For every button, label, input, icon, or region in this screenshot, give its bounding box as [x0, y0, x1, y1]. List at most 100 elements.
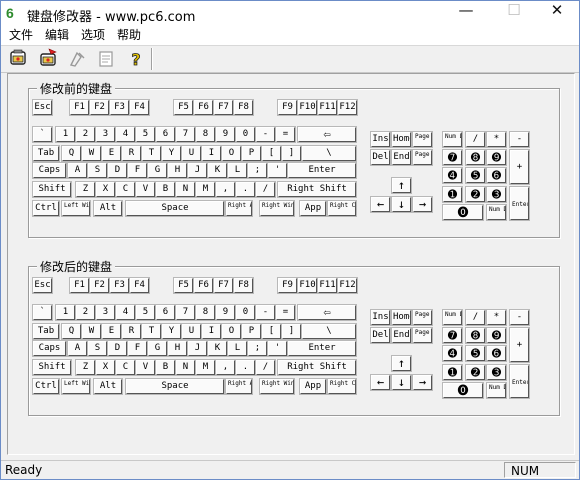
- key-home-before[interactable]: Home: [391, 131, 412, 148]
- key-numlock-before[interactable]: Num Lock: [442, 131, 463, 148]
- key-f6-before[interactable]: F6: [193, 99, 214, 116]
- key-n3k-after[interactable]: ➌: [486, 364, 507, 381]
- key-end-before[interactable]: End: [391, 149, 412, 166]
- key-n4k-before[interactable]: ➍: [442, 167, 463, 184]
- key-lwin-after[interactable]: Left Windows: [61, 378, 91, 395]
- key-minus-after[interactable]: -: [255, 304, 276, 321]
- key-h-before[interactable]: H: [167, 162, 188, 179]
- key-nadd-after[interactable]: +: [509, 327, 530, 363]
- preview-icon[interactable]: [95, 48, 117, 70]
- key-d-before[interactable]: D: [107, 162, 128, 179]
- key-b-after[interactable]: B: [155, 359, 176, 376]
- key-f11-before[interactable]: F11: [317, 99, 338, 116]
- key-lwin-before[interactable]: Left Windows: [61, 200, 91, 217]
- key-period-after[interactable]: .: [235, 359, 256, 376]
- key-n1-before[interactable]: 1: [55, 126, 76, 143]
- key-space-after[interactable]: Space: [125, 378, 225, 395]
- key-n6-before[interactable]: 6: [155, 126, 176, 143]
- key-z-before[interactable]: Z: [75, 181, 96, 198]
- key-home-after[interactable]: Home: [391, 309, 412, 326]
- key-backtick-before[interactable]: `: [32, 126, 53, 143]
- key-ctrl-before[interactable]: Ctrl: [32, 200, 60, 217]
- key-c-before[interactable]: C: [115, 181, 136, 198]
- key-x-after[interactable]: X: [95, 359, 116, 376]
- edit-icon[interactable]: [67, 48, 89, 70]
- help-icon[interactable]: ?: [125, 48, 147, 70]
- reset-icon[interactable]: [37, 48, 59, 70]
- key-down-after[interactable]: ↓: [391, 374, 412, 391]
- key-t-after[interactable]: T: [141, 323, 162, 340]
- key-n8k-after[interactable]: ➑: [465, 327, 486, 344]
- key-t-before[interactable]: T: [141, 145, 162, 162]
- key-g-after[interactable]: G: [147, 340, 168, 357]
- key-left-before[interactable]: ←: [370, 196, 391, 213]
- menu-edit[interactable]: 编辑: [45, 27, 69, 43]
- key-k-after[interactable]: K: [207, 340, 228, 357]
- key-rbracket-before[interactable]: ]: [281, 145, 302, 162]
- key-f2-before[interactable]: F2: [89, 99, 110, 116]
- key-d-after[interactable]: D: [107, 340, 128, 357]
- key-backspace-before[interactable]: ⇦: [297, 126, 357, 143]
- key-j-after[interactable]: J: [187, 340, 208, 357]
- key-pgdn-after[interactable]: Page Down: [412, 327, 433, 344]
- title-bar[interactable]: 6 键盘修改器 - www.pc6.com — ☐ ✕: [1, 1, 579, 27]
- key-rwin-after[interactable]: Right Windows: [259, 378, 295, 395]
- key-n8-before[interactable]: 8: [195, 126, 216, 143]
- key-caps-after[interactable]: Caps: [32, 340, 67, 357]
- key-n3k-before[interactable]: ➌: [486, 186, 507, 203]
- key-equals-before[interactable]: =: [275, 126, 296, 143]
- key-h-after[interactable]: H: [167, 340, 188, 357]
- key-n7k-before[interactable]: ➐: [442, 149, 463, 166]
- key-ins-before[interactable]: Ins: [370, 131, 391, 148]
- key-n5k-after[interactable]: ➎: [465, 345, 486, 362]
- key-n1k-before[interactable]: ➊: [442, 186, 463, 203]
- key-alt-before[interactable]: Alt: [93, 200, 123, 217]
- key-n2-before[interactable]: 2: [75, 126, 96, 143]
- key-b-before[interactable]: B: [155, 181, 176, 198]
- key-comma-after[interactable]: ,: [215, 359, 236, 376]
- menu-options[interactable]: 选项: [81, 27, 105, 43]
- key-space-before[interactable]: Space: [125, 200, 225, 217]
- key-numlock-after[interactable]: Num Lock: [442, 309, 463, 326]
- key-n3-before[interactable]: 3: [95, 126, 116, 143]
- key-f8-after[interactable]: F8: [233, 277, 254, 294]
- key-n2k-after[interactable]: ➋: [465, 364, 486, 381]
- key-e-before[interactable]: E: [101, 145, 122, 162]
- key-f4-before[interactable]: F4: [129, 99, 150, 116]
- key-f10-before[interactable]: F10: [297, 99, 318, 116]
- key-q-after[interactable]: Q: [61, 323, 82, 340]
- key-x-before[interactable]: X: [95, 181, 116, 198]
- key-f-before[interactable]: F: [127, 162, 148, 179]
- key-backspace-after[interactable]: ⇦: [297, 304, 357, 321]
- key-n1-after[interactable]: 1: [55, 304, 76, 321]
- key-n9k-before[interactable]: ➒: [486, 149, 507, 166]
- key-f12-before[interactable]: F12: [337, 99, 358, 116]
- key-f7-after[interactable]: F7: [213, 277, 234, 294]
- key-quote-after[interactable]: ': [267, 340, 288, 357]
- key-lshift-before[interactable]: Shift: [32, 181, 72, 198]
- close-button[interactable]: ✕: [535, 1, 579, 27]
- key-f10-after[interactable]: F10: [297, 277, 318, 294]
- key-n6-after[interactable]: 6: [155, 304, 176, 321]
- key-ralt-after[interactable]: Right Alt: [225, 378, 253, 395]
- key-up-after[interactable]: ↑: [391, 355, 412, 372]
- key-m-before[interactable]: M: [195, 181, 216, 198]
- key-n-after[interactable]: N: [175, 359, 196, 376]
- key-q-before[interactable]: Q: [61, 145, 82, 162]
- key-lshift-after[interactable]: Shift: [32, 359, 72, 376]
- key-lbracket-after[interactable]: [: [261, 323, 282, 340]
- minimize-button[interactable]: —: [444, 1, 488, 27]
- key-f2-after[interactable]: F2: [89, 277, 110, 294]
- key-esc-before[interactable]: Esc: [32, 99, 53, 116]
- key-f7-before[interactable]: F7: [213, 99, 234, 116]
- key-nmul-before[interactable]: *: [486, 131, 507, 148]
- key-z-after[interactable]: Z: [75, 359, 96, 376]
- key-rshift-after[interactable]: Right Shift: [277, 359, 357, 376]
- key-ctrl-after[interactable]: Ctrl: [32, 378, 60, 395]
- key-nsub-before[interactable]: -: [509, 131, 530, 148]
- key-n4-after[interactable]: 4: [115, 304, 136, 321]
- menu-help[interactable]: 帮助: [117, 27, 141, 43]
- key-f4-after[interactable]: F4: [129, 277, 150, 294]
- key-end-after[interactable]: End: [391, 327, 412, 344]
- key-l-before[interactable]: L: [227, 162, 248, 179]
